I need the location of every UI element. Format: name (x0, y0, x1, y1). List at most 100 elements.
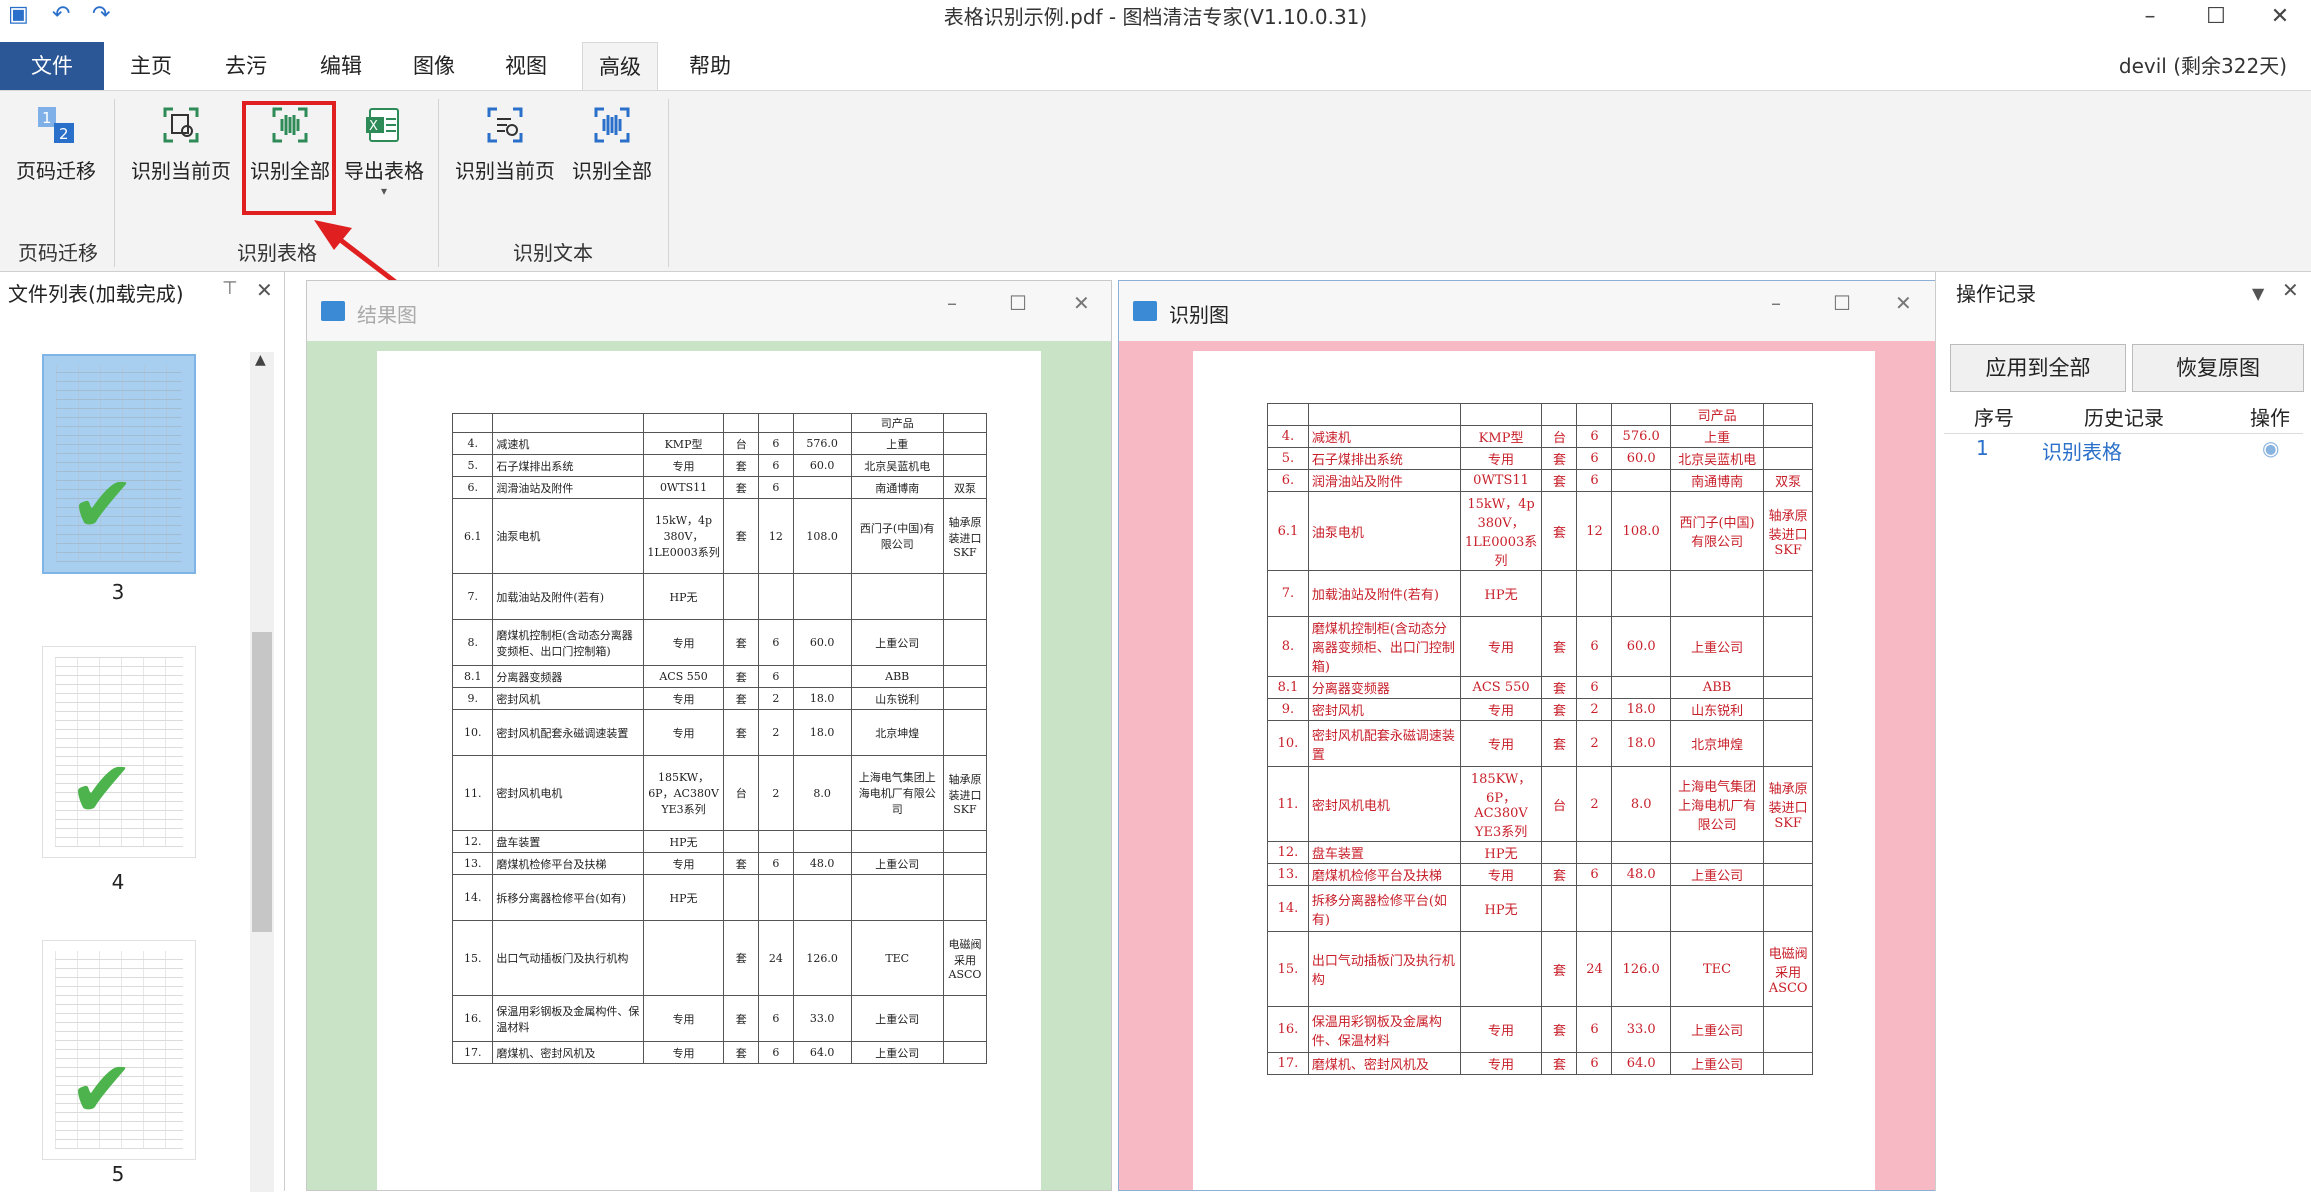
table-cell-name: 拆移分离器检修平台(如有) (1307, 885, 1461, 932)
apply-all-button[interactable]: 应用到全部 (1950, 344, 2126, 392)
page-thumbnail[interactable]: ✔ (42, 354, 196, 574)
close-icon[interactable]: ✕ (1895, 291, 1912, 315)
export-table-button[interactable]: X 导出表格 ▾ (338, 105, 430, 198)
page-migrate-button[interactable]: 1 2 页码迁移 (10, 105, 102, 184)
table-cell-note (1763, 885, 1813, 932)
minimize-icon[interactable]: – (947, 291, 957, 315)
recognize-current-table-button[interactable]: 识别当前页 (122, 105, 240, 184)
maximize-button[interactable]: ☐ (2186, 0, 2246, 34)
recognition-window: 识别图 – ☐ ✕ 司产品 4. 减速机 KMP型台 6 576.0 上重 5. 石子煤排出系统… (1118, 280, 1936, 1191)
table-cell-qty: 6 (758, 852, 794, 875)
table-cell-note (942, 874, 988, 921)
table-cell-spec: 185KW，6P，AC380V YE3系列 (642, 755, 725, 831)
svg-text:2: 2 (59, 125, 69, 143)
table-cell-note (942, 687, 988, 710)
table-cell-spec (1459, 931, 1543, 1007)
minimize-button[interactable]: – (2120, 0, 2180, 34)
dropdown-icon[interactable]: ▼ (2252, 284, 2264, 303)
table-cell-unit: 套 (723, 665, 760, 688)
table-cell-no: 6. (451, 476, 494, 499)
table-cell-spec: 0WTS11 (642, 476, 725, 499)
tab-edit[interactable]: 编辑 (305, 42, 377, 90)
scroll-up-icon[interactable]: ▲ (255, 352, 266, 368)
table-cell-no: 13. (451, 852, 494, 875)
history-row[interactable]: 1 识别表格 ◉ (1944, 436, 2303, 464)
table-cell-qty: 2 (758, 709, 794, 756)
table-row: 16. 保温用彩钢板及金属构件、保温材料 专用套 6 33.0 上重公司 (1267, 1006, 1813, 1053)
scrollbar-thumb[interactable] (252, 632, 272, 932)
image-icon (321, 301, 345, 321)
tab-home[interactable]: 主页 (115, 42, 187, 90)
table-cell-name: 保温用彩钢板及金属构件、保温材料 (492, 995, 644, 1042)
restore-button[interactable]: 恢复原图 (2132, 344, 2304, 392)
table-cell-price: 8.0 (792, 755, 852, 831)
table-cell-no: 15. (1267, 931, 1309, 1007)
operations-panel: 操作记录 ▼ ✕ 应用到全部 恢复原图 序号 历史记录 操作 1 识别表格 ◉ (1935, 272, 2311, 1191)
minimize-icon[interactable]: – (1771, 291, 1781, 315)
table-cell-price: 60.0 (1611, 447, 1671, 470)
table-cell-note: 轴承原装进口SKF (1763, 766, 1813, 842)
tab-file[interactable]: 文件 (0, 42, 104, 90)
table-cell-unit: 套 (723, 498, 760, 574)
table-cell-maker: ABB (1669, 676, 1765, 699)
recognition-window-header: 识别图 – ☐ ✕ (1119, 281, 1935, 341)
tab-advanced[interactable]: 高级 (582, 42, 658, 90)
table-cell-qty: 6 (758, 432, 794, 455)
recognize-all-text-button[interactable]: 识别全部 (566, 105, 658, 184)
table-cell-price: 576.0 (792, 432, 852, 455)
maximize-icon[interactable]: ☐ (1833, 291, 1851, 315)
table-cell-unit (1541, 885, 1578, 932)
table-cell-price: 64.0 (1611, 1052, 1671, 1075)
close-button[interactable]: ✕ (2250, 0, 2310, 34)
table-cell-qty: 6 (758, 454, 794, 477)
tab-view[interactable]: 视图 (490, 42, 562, 90)
page-thumbnail[interactable]: ✔ (42, 646, 196, 858)
table-cell-maker: 上海电气集团上海电机厂有限公司 (1669, 766, 1765, 842)
table-row: 4. 减速机 KMP型台 6 576.0 上重 (1267, 425, 1813, 448)
recognize-current-text-button[interactable]: 识别当前页 (446, 105, 564, 184)
close-icon[interactable]: ✕ (1073, 291, 1090, 315)
table-cell-qty: 2 (758, 687, 794, 710)
maximize-icon[interactable]: ☐ (1009, 291, 1027, 315)
table-cell-note (1763, 570, 1813, 617)
table-cell-maker: 上重公司 (1669, 1052, 1765, 1075)
table-cell-qty: 6 (1576, 1006, 1613, 1053)
table-cell-unit (1541, 570, 1578, 617)
table-cell-qty (758, 830, 794, 853)
table-cell-qty: 6 (758, 619, 794, 666)
tab-image[interactable]: 图像 (398, 42, 470, 90)
filter-icon[interactable]: ⊤ (222, 278, 238, 299)
table-cell-spec: 专用 (1459, 720, 1543, 767)
table-cell-note (1763, 698, 1813, 721)
table-cell-unit: 台 (723, 432, 760, 455)
page-number: 3 (111, 580, 125, 604)
table-row: 5. 石子煤排出系统 专用套 6 60.0 北京吴蓝机电 (451, 454, 988, 477)
table-cell-spec: 专用 (1459, 447, 1543, 470)
tab-decontaminate[interactable]: 去污 (210, 42, 282, 90)
table-cell-no: 17. (451, 1041, 494, 1064)
scrollbar[interactable]: ▲ (250, 352, 274, 1192)
table-cell-spec: 185KW，6P，AC380V YE3系列 (1459, 766, 1543, 842)
table-cell-note (942, 619, 988, 666)
panel-close-icon[interactable]: ✕ (256, 278, 273, 302)
table-cell-maker: 上重公司 (850, 852, 944, 875)
table-cell-name: 加载油站及附件(若有) (1307, 570, 1461, 617)
history-record: 识别表格 (2042, 440, 2122, 464)
table-cell-no: 7. (1267, 570, 1309, 617)
tab-help[interactable]: 帮助 (674, 42, 746, 90)
table-cell-maker: 上海电气集团上海电机厂有限公司 (850, 755, 944, 831)
table-cell-note (942, 709, 988, 756)
table-row: 17. 磨煤机、密封风机及 专用套 6 64.0 上重公司 (1267, 1052, 1813, 1075)
page-thumbnail[interactable]: ✔ (42, 940, 196, 1160)
table-header-cell: 司产品 (850, 413, 944, 433)
eye-icon[interactable]: ◉ (2262, 436, 2279, 460)
table-cell-price (1611, 469, 1671, 492)
panel-close-icon[interactable]: ✕ (2282, 278, 2299, 302)
table-cell-unit: 套 (723, 995, 760, 1042)
table-header-cell (1763, 403, 1813, 426)
result-window-header: 结果图 – ☐ ✕ (307, 281, 1111, 341)
table-row: 16. 保温用彩钢板及金属构件、保温材料 专用套 6 33.0 上重公司 (451, 995, 988, 1042)
table-cell-spec: 专用 (642, 852, 725, 875)
table-cell-name: 出口气动插板门及执行机构 (492, 920, 644, 996)
table-cell-no: 8. (451, 619, 494, 666)
